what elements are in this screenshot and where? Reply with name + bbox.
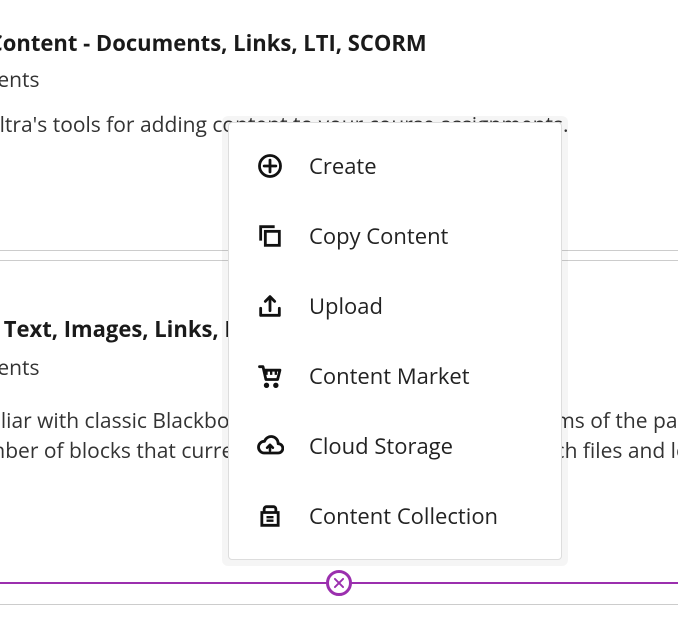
module-title: Using Ultra Content - Documents, Links, … (0, 28, 678, 58)
menu-item-label: Upload (309, 291, 383, 321)
divider (0, 604, 678, 605)
plus-circle-icon (255, 151, 285, 181)
copy-icon (255, 221, 285, 251)
menu-item-upload[interactable]: Upload (229, 271, 561, 341)
upload-icon (255, 291, 285, 321)
menu-item-label: Copy Content (309, 221, 448, 251)
menu-item-label: Cloud Storage (309, 431, 453, 461)
insert-content-bar[interactable] (0, 582, 678, 584)
cloud-icon (255, 431, 285, 461)
add-content-menu-inner: Create Copy Content Upload (228, 122, 562, 560)
archive-icon (255, 501, 285, 531)
menu-item-label: Content Market (309, 361, 470, 391)
close-icon (332, 576, 346, 590)
menu-item-content-market[interactable]: Content Market (229, 341, 561, 411)
module-visibility-label: Visible to students (0, 66, 678, 94)
close-insert-button[interactable] (326, 570, 352, 596)
menu-item-label: Content Collection (309, 501, 498, 531)
menu-item-create[interactable]: Create (229, 131, 561, 201)
cart-icon (255, 361, 285, 391)
menu-item-copy-content[interactable]: Copy Content (229, 201, 561, 271)
menu-item-cloud-storage[interactable]: Cloud Storage (229, 411, 561, 481)
menu-item-label: Create (309, 151, 377, 181)
menu-item-content-collection[interactable]: Content Collection (229, 481, 561, 551)
add-content-menu: Create Copy Content Upload (222, 116, 568, 566)
